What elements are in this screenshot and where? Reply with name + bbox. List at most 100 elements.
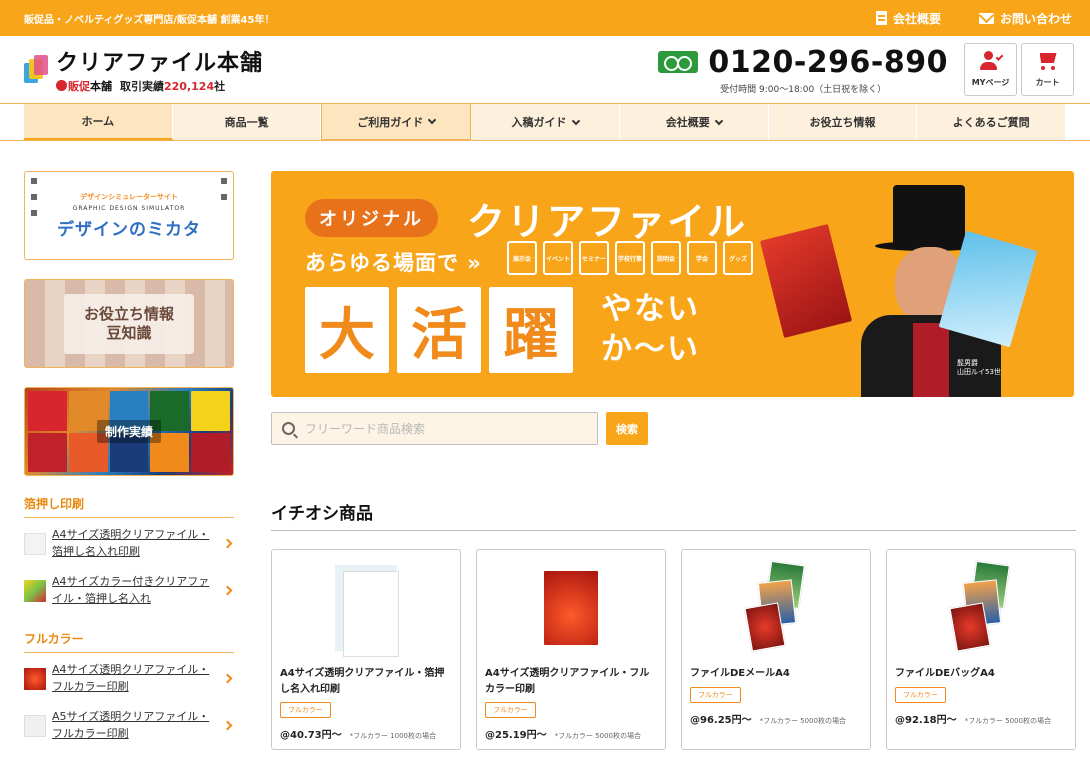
nav-company[interactable]: 会社概要 [619, 104, 769, 140]
sidebar: デザインシミュレーターサイト GRAPHIC DESIGN SIMULATOR … [24, 171, 234, 750]
hansoku-mark-icon [56, 80, 67, 91]
nav-submission-guide[interactable]: 入稿ガイド [471, 104, 620, 140]
chevron-down-icon [571, 116, 580, 125]
hero-chip: 展示会 [507, 241, 537, 275]
hero-chip: グッズ [723, 241, 753, 275]
user-check-icon [979, 51, 1003, 71]
hero-chip: 学校行事 [615, 241, 645, 275]
top-links: 会社概要 お問い合わせ [875, 10, 1072, 27]
product-thumb [24, 714, 46, 737]
transaction-record: 取引実績220,124社 [120, 80, 226, 93]
contact-label: お問い合わせ [999, 11, 1072, 26]
product-name: ファイルDEメールA4 [690, 668, 790, 679]
main-content: オリジナル クリアファイル あらゆる場面で » 展示会 イベント セミナー 学校… [271, 171, 1076, 750]
production-record-banner[interactable]: 制作実績 [24, 387, 234, 476]
production-record-label: 制作実績 [96, 420, 161, 443]
nav-faq[interactable]: よくあるご質問 [917, 104, 1067, 140]
product-badge: フルカラー [280, 702, 331, 718]
product-card[interactable]: A4サイズ透明クリアファイル・箔押し名入れ印刷 フルカラー @40.73円〜 *フ… [271, 549, 461, 750]
product-image [335, 565, 399, 657]
mypage-button[interactable]: MYページ [964, 43, 1017, 96]
nav-home[interactable]: ホーム [24, 104, 173, 140]
product-badge: フルカラー [485, 702, 536, 718]
hero-big-text: 大活躍 [305, 287, 573, 373]
tool-icon [221, 194, 227, 200]
product-price: @92.18円〜 [895, 714, 957, 726]
sidebar-item-label: A4サイズ透明クリアファイル・箔押し名入れ印刷 [52, 528, 210, 558]
global-nav: ホーム 商品一覧 ご利用ガイド 入稿ガイド 会社概要 お役立ち情報 よくあるご質… [0, 104, 1090, 141]
product-name: ファイルDEバッグA4 [895, 668, 995, 679]
mame-title: 豆知識 [106, 323, 152, 342]
chevron-right-icon [222, 585, 233, 596]
product-price: @25.19円〜 [485, 730, 547, 741]
useful-info-banner[interactable]: お役立ち情報 豆知識 [24, 279, 234, 368]
tool-icon [221, 178, 227, 184]
simulator-title: デザインシミュレーターサイト [80, 192, 178, 201]
sidebar-item-a4-color-foil[interactable]: A4サイズカラー付きクリアファイル・箔押し名入れ [24, 565, 234, 612]
cart-icon [1037, 51, 1059, 71]
featured-products: A4サイズ透明クリアファイル・箔押し名入れ印刷 フルカラー @40.73円〜 *フ… [271, 549, 1076, 750]
tool-icon [31, 210, 37, 216]
product-image [949, 560, 1011, 653]
phone-number[interactable]: 0120-296-890 [708, 45, 948, 80]
design-simulator-banner[interactable]: デザインシミュレーターサイト GRAPHIC DESIGN SIMULATOR … [24, 171, 234, 260]
chevron-right-icon [222, 720, 233, 731]
sidebar-item-label: A4サイズカラー付きクリアファイル・箔押し名入れ [52, 575, 210, 605]
site-tagline: 販促品・ノベルティグッズ専門店/販促本舗 創業45年！ [24, 14, 275, 26]
product-image [744, 560, 806, 653]
product-badge: フルカラー [895, 686, 946, 703]
sidebar-heading-foil: 箔押し印刷 [24, 495, 234, 518]
search-box [271, 412, 598, 445]
mail-icon [978, 12, 994, 24]
cart-button[interactable]: カート [1021, 43, 1074, 96]
building-icon [875, 11, 887, 25]
site-header: クリアファイル本舗 販促本舗 取引実績220,124社 0120-296-890… [0, 36, 1090, 104]
company-info-link[interactable]: 会社概要 [875, 10, 941, 27]
sidebar-item-a5-fullcolor[interactable]: A5サイズ透明クリアファイル・フルカラー印刷 [24, 700, 234, 747]
chevron-right-icon [222, 673, 233, 684]
product-thumb [24, 532, 46, 555]
search-input[interactable] [305, 421, 587, 436]
sidebar-item-a4-fullcolor[interactable]: A4サイズ透明クリアファイル・フルカラー印刷 [24, 653, 234, 700]
product-image [544, 571, 598, 645]
hero-chip: セミナー [579, 241, 609, 275]
product-name: A4サイズ透明クリアファイル・箔押し名入れ印刷 [280, 668, 445, 695]
sidebar-item-a4-foil[interactable]: A4サイズ透明クリアファイル・箔押し名入れ印刷 [24, 518, 234, 565]
chevron-down-icon [714, 116, 723, 125]
search-button[interactable]: 検索 [606, 412, 648, 445]
hero-tail: やない か〜い [601, 291, 700, 368]
product-card[interactable]: A4サイズ透明クリアファイル・フルカラー印刷 フルカラー @25.19円〜 *フル… [476, 549, 666, 750]
sidebar-item-label: A5サイズ透明クリアファイル・フルカラー印刷 [52, 710, 210, 740]
hero-subline: あらゆる場面で » [305, 251, 482, 275]
cart-label: カート [1035, 78, 1060, 87]
hero-headline: クリアファイル [467, 200, 748, 244]
contact-link[interactable]: お問い合わせ [978, 10, 1072, 27]
hero-chip: 学会 [687, 241, 717, 275]
useful-info-title: お役立ち情報 [83, 304, 174, 323]
nav-usage-guide[interactable]: ご利用ガイド [321, 104, 472, 140]
phone-block: 0120-296-890 受付時間 9:00〜18:00（土日祝を除く） [658, 45, 948, 95]
sidebar-heading-fullcolor: フルカラー [24, 630, 234, 653]
product-card[interactable]: ファイルDEメールA4 フルカラー @96.25円〜 *フルカラー 5000枚の場… [681, 549, 871, 750]
clearfile-logo-icon [24, 54, 48, 85]
freedial-icon [658, 51, 699, 73]
product-price-note: *フルカラー 5000枚の場合 [964, 716, 1051, 725]
search-bar: 検索 [271, 412, 1076, 445]
site-name: クリアファイル本舗 [56, 51, 264, 76]
mypage-label: MYページ [971, 78, 1010, 87]
product-price-note: *フルカラー 5000枚の場合 [759, 716, 846, 725]
brand-logo-link[interactable]: クリアファイル本舗 販促本舗 取引実績220,124社 [24, 45, 263, 94]
search-icon [282, 422, 295, 435]
business-hours: 受付時間 9:00〜18:00（土日祝を除く） [720, 84, 887, 95]
hansoku-honpo-logo: 販促本舗 [56, 78, 112, 94]
chevron-right-icon [222, 538, 233, 549]
red-clearfile-image [759, 224, 853, 338]
hero-tag: オリジナル [305, 199, 438, 237]
nav-products[interactable]: 商品一覧 [172, 104, 322, 140]
simulator-subtitle: GRAPHIC DESIGN SIMULATOR [72, 204, 186, 212]
hero-banner[interactable]: オリジナル クリアファイル あらゆる場面で » 展示会 イベント セミナー 学校… [271, 171, 1074, 397]
product-price-note: *フルカラー 5000枚の場合 [554, 732, 641, 740]
product-card[interactable]: ファイルDEバッグA4 フルカラー @92.18円〜 *フルカラー 5000枚の場… [886, 549, 1076, 750]
hero-chips: 展示会 イベント セミナー 学校行事 説明会 学会 グッズ [507, 241, 753, 275]
nav-useful-info[interactable]: お役立ち情報 [768, 104, 918, 140]
